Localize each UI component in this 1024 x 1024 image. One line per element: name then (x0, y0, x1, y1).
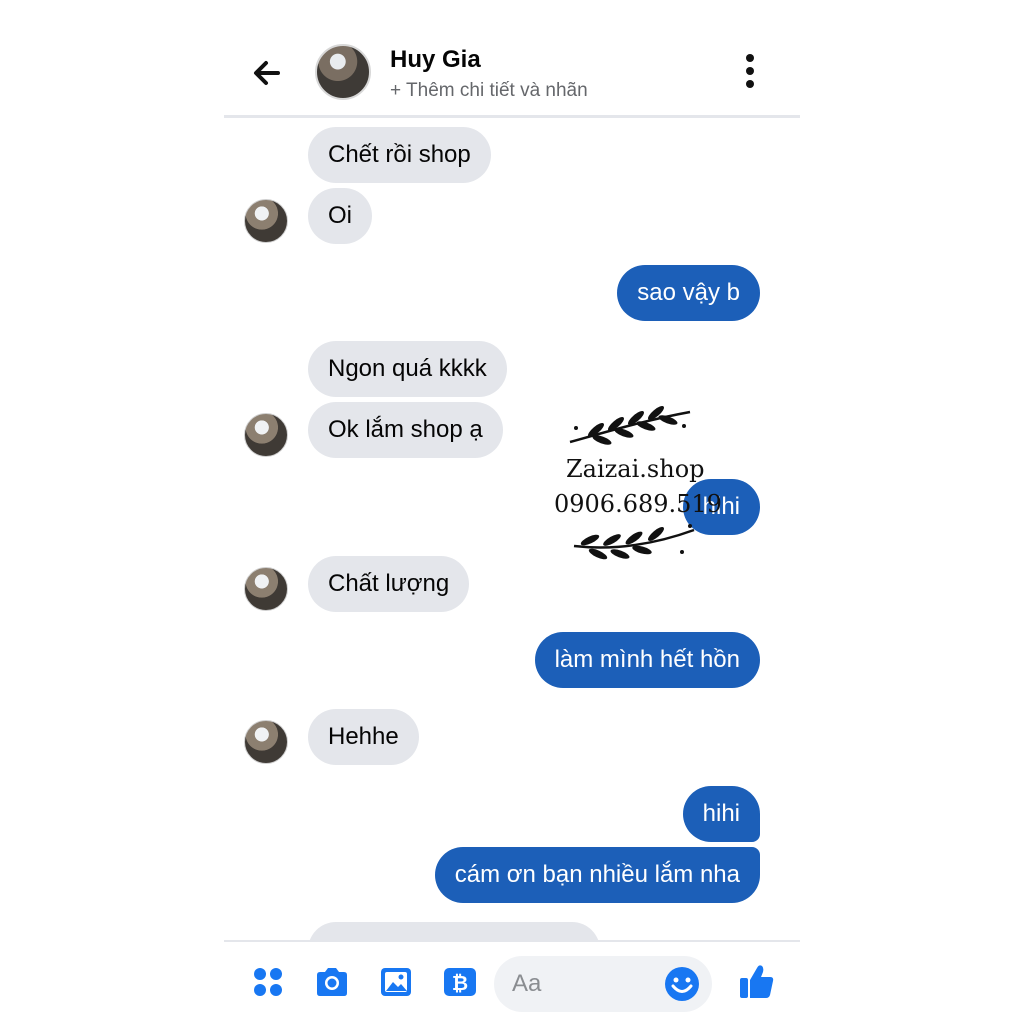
camera-icon[interactable] (314, 964, 350, 1000)
svg-text:₿: ₿ (452, 971, 468, 995)
message-incoming[interactable]: Hehhe (308, 709, 419, 765)
back-arrow-icon[interactable] (250, 56, 282, 90)
more-options-icon[interactable] (740, 54, 760, 94)
message-outgoing[interactable]: làm mình hết hồn (534, 632, 760, 688)
watermark-shop-name: Zaizai.shop (566, 455, 705, 483)
message-incoming[interactable]: Chết rồi shop (308, 127, 491, 183)
sender-avatar[interactable] (244, 567, 288, 611)
message-incoming[interactable]: Oi (308, 188, 372, 244)
messenger-screen: Huy Gia + Thêm chi tiết và nhãn Chết rồi… (224, 0, 800, 1024)
sender-avatar[interactable] (244, 720, 288, 764)
message-incoming[interactable]: Ok lắm shop ạ (308, 402, 503, 458)
add-details-link[interactable]: + Thêm chi tiết và nhãn (390, 80, 588, 102)
gallery-icon[interactable] (378, 964, 414, 1000)
conversation-header: Huy Gia + Thêm chi tiết và nhãn (224, 0, 800, 118)
composer-bar: ₿ Aa (224, 940, 800, 1024)
contact-avatar[interactable] (315, 44, 371, 100)
message-incoming[interactable]: Chất lượng (308, 556, 470, 612)
sender-avatar[interactable] (244, 413, 288, 457)
message-incoming[interactable]: Ngon quá kkkk (308, 341, 507, 397)
message-outgoing[interactable]: cám ơn bạn nhiều lắm nha (434, 847, 760, 903)
contact-name[interactable]: Huy Gia (390, 46, 481, 74)
leaf-ornament-top-icon (569, 406, 691, 445)
sender-avatar[interactable] (244, 199, 288, 243)
message-outgoing[interactable]: hihi (682, 786, 760, 842)
apps-grid-icon[interactable] (250, 964, 286, 1000)
message-input-placeholder: Aa (512, 970, 542, 997)
leaf-ornament-bottom-icon (573, 524, 695, 560)
payment-icon[interactable]: ₿ (442, 964, 478, 1000)
watermark-phone: 0906.689.519 (554, 490, 722, 518)
emoji-icon[interactable] (664, 966, 700, 1002)
message-outgoing[interactable]: sao vậy b (617, 265, 760, 321)
like-icon[interactable] (738, 962, 776, 1000)
message-input[interactable]: Aa (494, 956, 712, 1012)
